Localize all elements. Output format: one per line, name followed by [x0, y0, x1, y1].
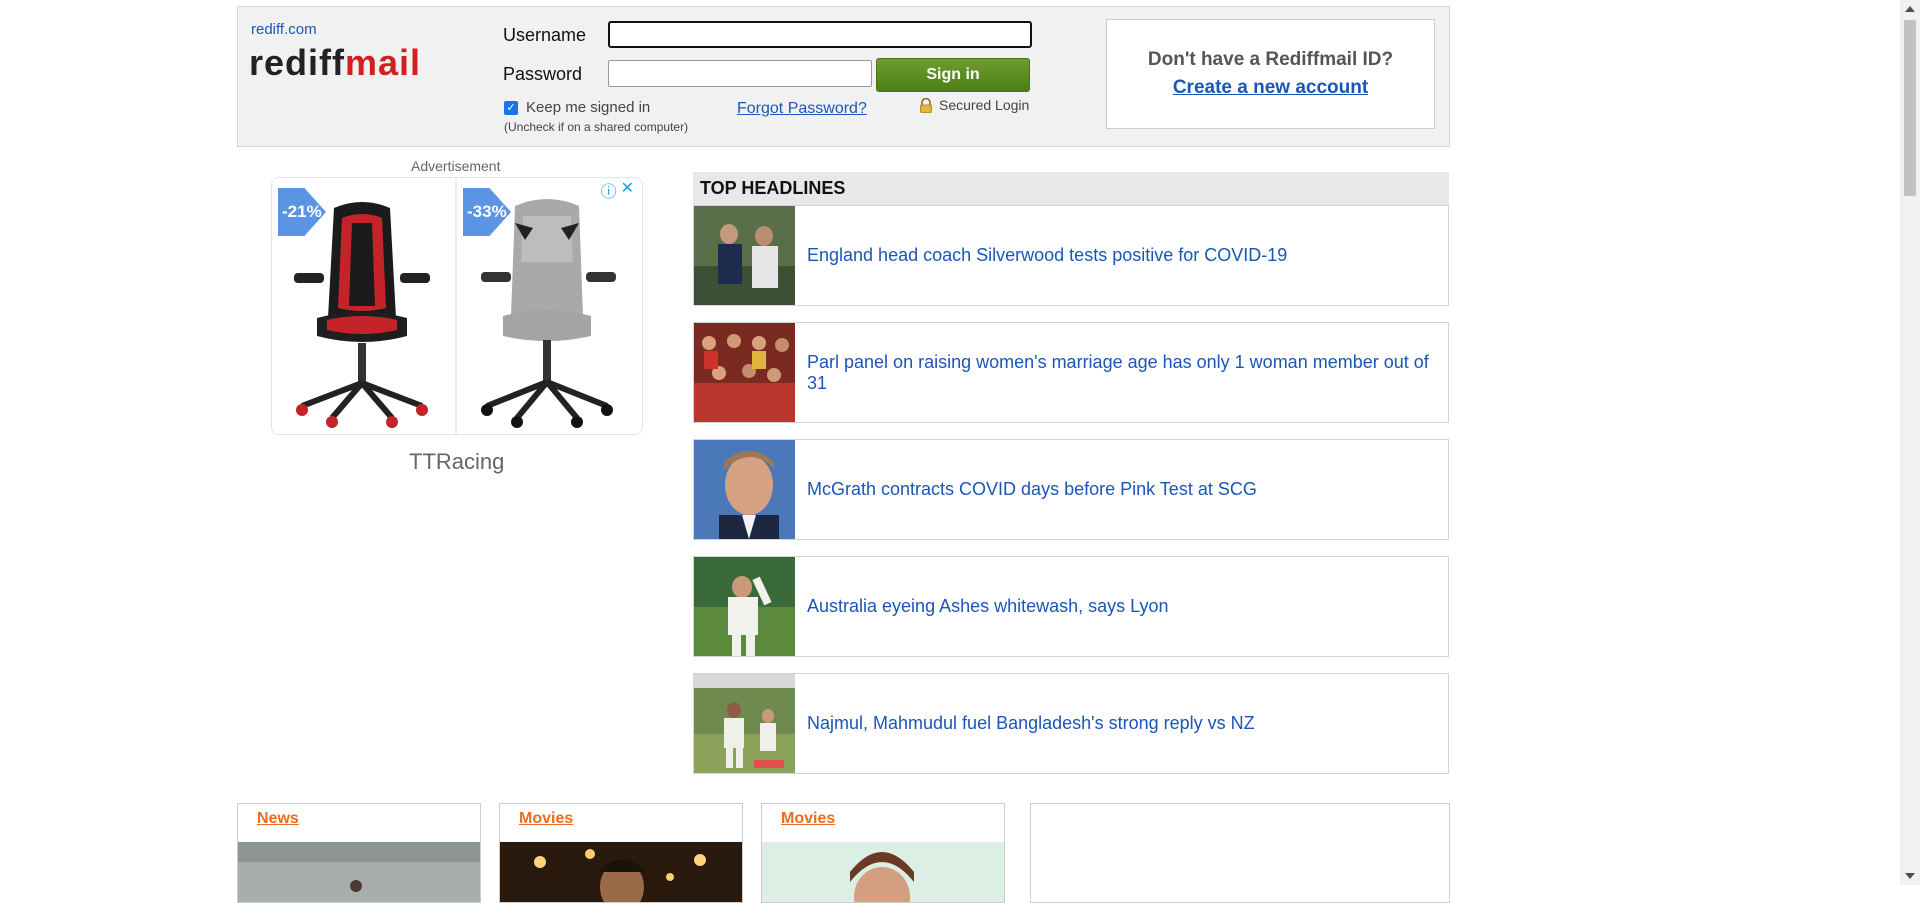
headline-item[interactable]: Australia eyeing Ashes whitewash, says L… [693, 556, 1449, 657]
keep-signed-in-checkbox[interactable]: ✓ [504, 100, 518, 115]
keep-signed-in[interactable]: ✓ Keep me signed in [504, 99, 650, 116]
logo-part-rediff: rediff [249, 42, 345, 83]
top-headlines: TOP HEADLINES England head coach Silverw… [693, 172, 1449, 790]
vertical-scrollbar[interactable] [1900, 0, 1920, 885]
headline-item[interactable]: Najmul, Mahmudul fuel Bangladesh's stron… [693, 673, 1449, 774]
secured-login-label: Secured Login [939, 97, 1030, 113]
sign-in-button[interactable]: Sign in [876, 58, 1030, 92]
signup-question: Don't have a Rediffmail ID? [1147, 49, 1394, 70]
ad-product-red-chair[interactable]: -21% [272, 178, 457, 434]
create-account-link[interactable]: Create a new account [1107, 77, 1434, 99]
keep-signed-in-label: Keep me signed in [526, 99, 651, 116]
adchoices-icon[interactable]: ⓘ [601, 178, 617, 202]
news-tile-image [238, 842, 480, 902]
username-input[interactable] [608, 21, 1032, 48]
scrollbar-thumb[interactable] [1904, 20, 1916, 196]
headline-link[interactable]: England head coach Silverwood tests posi… [807, 245, 1287, 266]
close-icon[interactable]: ✕ [621, 178, 634, 202]
password-label: Password [503, 64, 583, 84]
advertisement-label: Advertisement [411, 158, 501, 174]
shared-computer-hint: (Uncheck if on a shared computer) [504, 120, 689, 134]
scroll-up-arrow-icon[interactable] [1905, 6, 1915, 12]
headline-thumbnail [694, 206, 795, 305]
headline-thumbnail [694, 323, 795, 422]
rediff-home-link[interactable]: rediff.com [251, 21, 317, 38]
ad-brand-name[interactable]: TTRacing [409, 449, 504, 475]
lock-icon [920, 97, 932, 113]
headline-link[interactable]: Australia eyeing Ashes whitewash, says L… [807, 596, 1169, 617]
password-input[interactable] [608, 60, 872, 87]
advertisement-box[interactable]: -21% -33% ⓘ ✕ [271, 177, 643, 435]
headline-thumbnail [694, 674, 795, 773]
news-tile[interactable]: News [237, 803, 481, 903]
empty-tile [1030, 803, 1450, 903]
headline-thumbnail [694, 440, 795, 539]
movies-tile-image [500, 842, 742, 902]
headline-link[interactable]: Parl panel on raising women's marriage a… [807, 352, 1448, 394]
scroll-down-arrow-icon[interactable] [1905, 873, 1915, 879]
ad-product-grey-chair[interactable]: -33% ⓘ ✕ [457, 178, 640, 434]
ad-controls: ⓘ ✕ [601, 178, 634, 202]
movies-tile-image [762, 842, 1004, 902]
movies-tile[interactable]: Movies [761, 803, 1005, 903]
movies-tile[interactable]: Movies [499, 803, 743, 903]
forgot-password-link[interactable]: Forgot Password? [737, 100, 867, 118]
headline-link[interactable]: Najmul, Mahmudul fuel Bangladesh's stron… [807, 713, 1255, 734]
headline-item[interactable]: England head coach Silverwood tests posi… [693, 205, 1449, 306]
signup-box: Don't have a Rediffmail ID? Create a new… [1106, 19, 1435, 129]
headline-item[interactable]: McGrath contracts COVID days before Pink… [693, 439, 1449, 540]
headline-link[interactable]: McGrath contracts COVID days before Pink… [807, 479, 1257, 500]
tile-title-movies[interactable]: Movies [781, 810, 835, 828]
tile-title-movies[interactable]: Movies [519, 810, 573, 828]
username-label: Username [503, 25, 587, 45]
top-headlines-title: TOP HEADLINES [693, 172, 1449, 205]
tile-title-news[interactable]: News [257, 810, 299, 828]
headline-thumbnail [694, 557, 795, 656]
rediffmail-logo[interactable]: rediffmail [249, 41, 421, 85]
headline-item[interactable]: Parl panel on raising women's marriage a… [693, 322, 1449, 423]
secured-login: Secured Login [919, 97, 1029, 113]
logo-part-mail: mail [345, 42, 422, 83]
login-bar: rediff.com rediffmail Username Password … [237, 6, 1450, 147]
